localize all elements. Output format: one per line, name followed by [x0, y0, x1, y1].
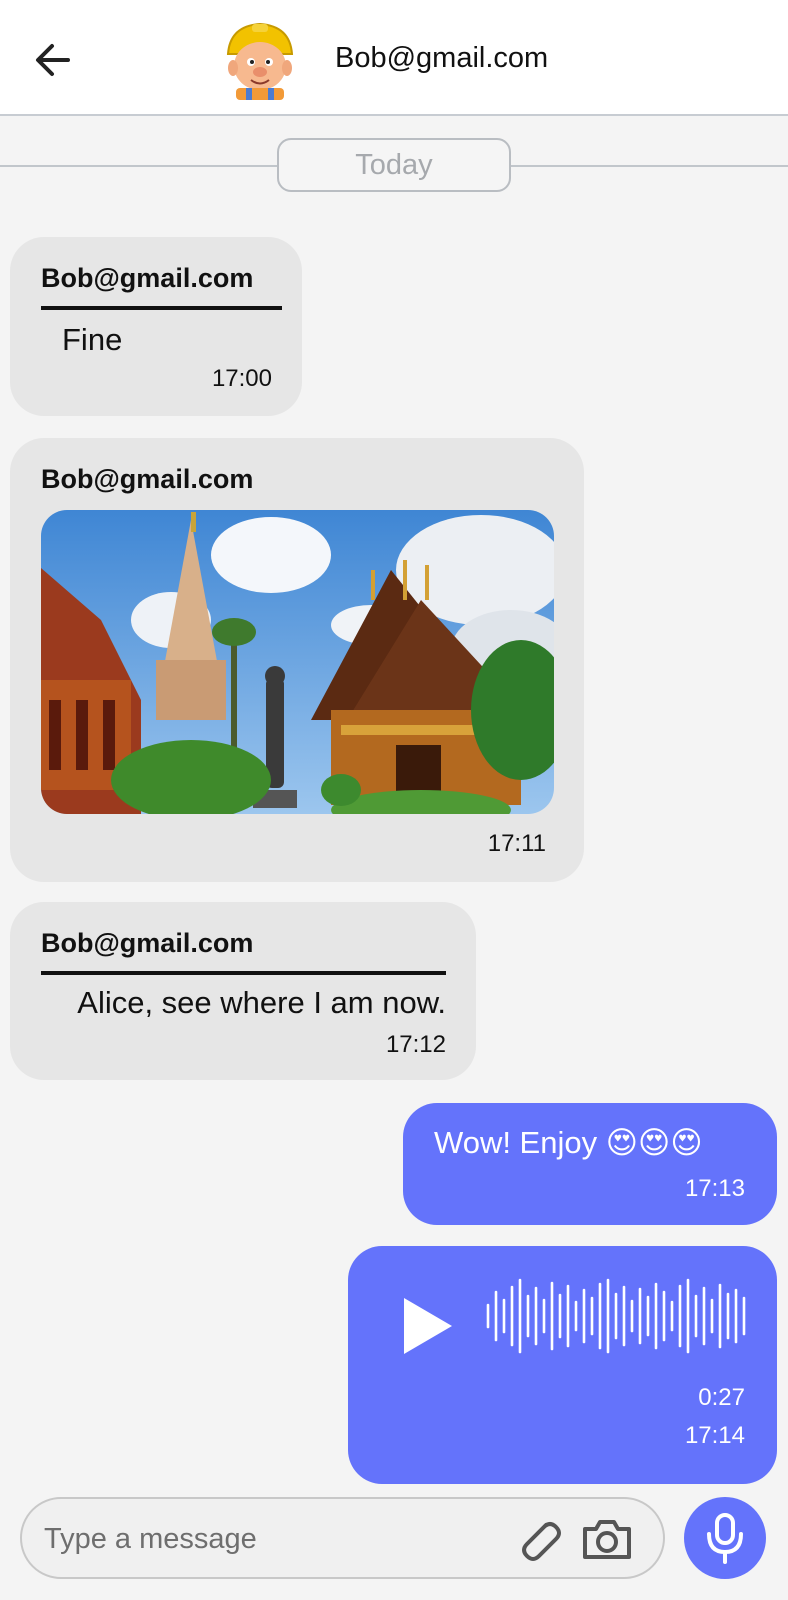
audio-waveform[interactable]	[485, 1278, 751, 1354]
sender-name: Bob@gmail.com	[41, 928, 254, 958]
back-button[interactable]	[30, 36, 78, 84]
date-label: Today	[277, 138, 511, 192]
play-icon[interactable]	[400, 1294, 456, 1358]
camera-icon[interactable]	[579, 1511, 635, 1567]
message-input[interactable]	[42, 1513, 506, 1565]
outgoing-message[interactable]: Wow! Enjoy 😍😍😍 17:13	[403, 1103, 777, 1225]
sender-name: Bob@gmail.com	[41, 464, 254, 494]
arrow-left-icon	[36, 44, 70, 76]
message-time: 17:11	[487, 830, 546, 857]
microphone-icon	[707, 1513, 743, 1564]
chat-header: Bob@gmail.com	[0, 0, 788, 116]
incoming-message[interactable]: Bob@gmail.com Fine 17:00	[10, 237, 302, 416]
shared-photo[interactable]	[41, 510, 554, 814]
outgoing-voice-message[interactable]: 0:27 17:14	[348, 1246, 777, 1484]
contact-name[interactable]: Bob@gmail.com	[335, 42, 548, 75]
message-time: 17:13	[684, 1175, 745, 1202]
date-divider: Today	[0, 138, 788, 194]
message-time: 17:14	[684, 1422, 745, 1449]
paperclip-icon[interactable]	[510, 1511, 566, 1567]
message-time: 17:00	[211, 365, 272, 392]
sender-divider	[41, 306, 282, 310]
message-text: Wow! Enjoy 😍😍😍	[434, 1125, 703, 1160]
message-text: Alice, see where I am now.	[77, 985, 446, 1020]
voice-record-button[interactable]	[684, 1497, 766, 1579]
incoming-message[interactable]: Bob@gmail.com Alice, see where I am now.…	[10, 902, 476, 1080]
message-text: Fine	[62, 322, 123, 357]
sender-divider	[41, 971, 446, 975]
sender-name: Bob@gmail.com	[41, 263, 254, 293]
message-time: 17:12	[385, 1031, 446, 1058]
avatar[interactable]	[222, 18, 298, 100]
voice-duration: 0:27	[698, 1384, 745, 1411]
message-composer	[20, 1497, 665, 1579]
incoming-image-message[interactable]: Bob@gmail.com 17:11	[10, 438, 584, 882]
